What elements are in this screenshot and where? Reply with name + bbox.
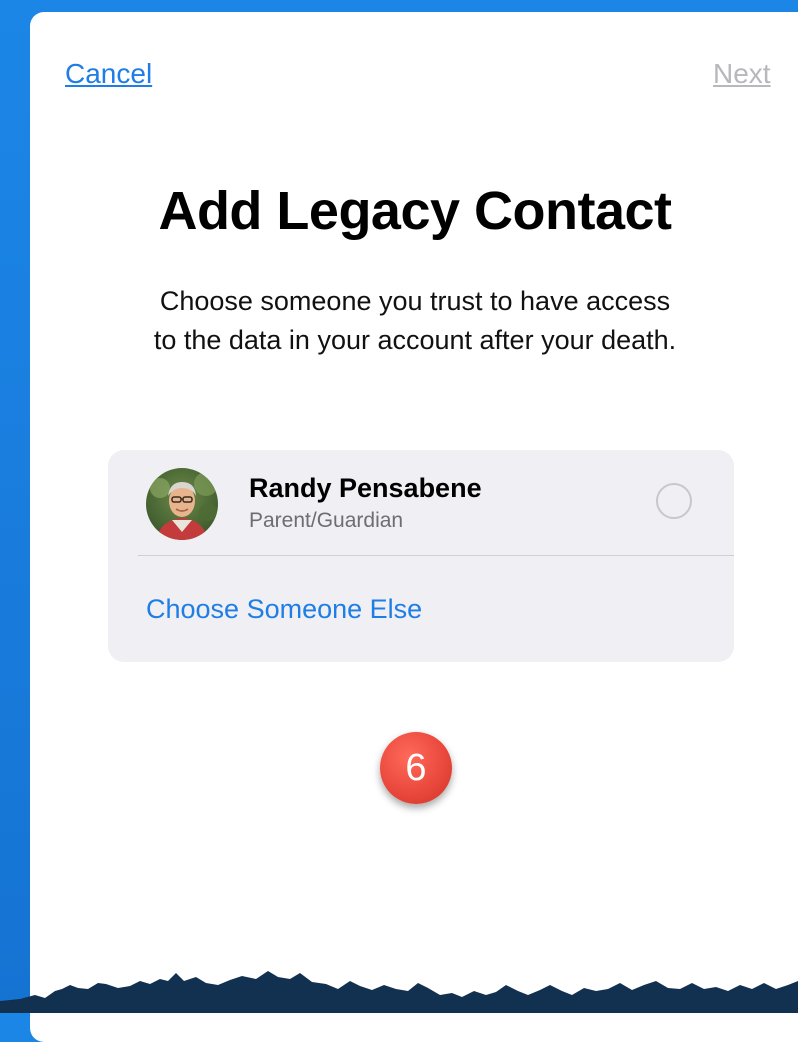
- decorative-mountain-silhouette: [0, 971, 798, 1013]
- contact-relation: Parent/Guardian: [249, 509, 404, 532]
- cancel-button[interactable]: Cancel: [65, 58, 152, 90]
- page-title: Add Legacy Contact: [158, 181, 672, 241]
- step-number-badge: 6: [380, 732, 452, 804]
- subtitle-line-2: to the data in your account after your d…: [153, 325, 677, 355]
- choose-someone-else-button[interactable]: Choose Someone Else: [146, 594, 422, 625]
- contact-list-card: Randy Pensabene Parent/Guardian Choose S…: [108, 450, 734, 662]
- subtitle-line-1: Choose someone you trust to have access: [159, 286, 671, 316]
- page-subtitle: Choose someone you trust to have access …: [30, 282, 798, 360]
- avatar-photo: [146, 468, 218, 540]
- legacy-contact-sheet: Cancel Next Add Legacy Contact Choose so…: [30, 12, 798, 1042]
- contact-select-radio[interactable]: [656, 483, 692, 519]
- contact-row[interactable]: Randy Pensabene Parent/Guardian: [108, 450, 734, 557]
- divider: [138, 555, 734, 556]
- contact-name: Randy Pensabene: [249, 473, 482, 503]
- next-button[interactable]: Next: [713, 58, 771, 90]
- avatar: [146, 468, 218, 540]
